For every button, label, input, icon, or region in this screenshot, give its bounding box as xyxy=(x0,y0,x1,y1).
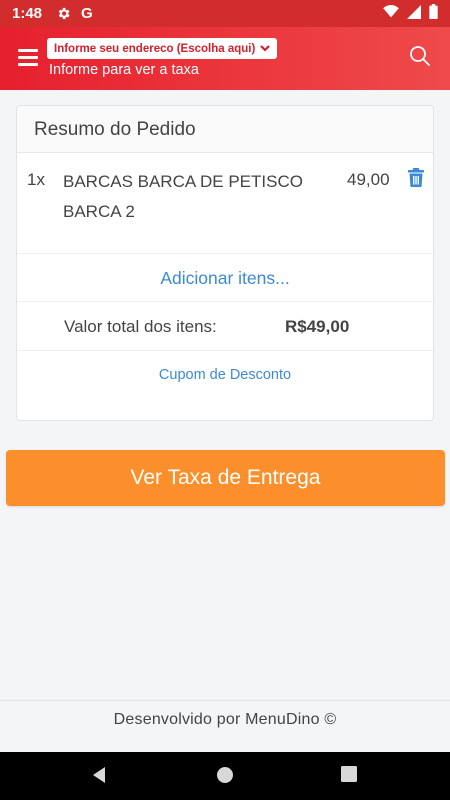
signal-icon xyxy=(407,4,421,23)
address-subtitle: Informe para ver a taxa xyxy=(49,62,199,78)
item-price: 49,00 xyxy=(347,170,390,189)
wifi-icon xyxy=(383,5,399,22)
recents-icon[interactable] xyxy=(341,766,357,787)
footer-credit: Desenvolvido por MenuDino © xyxy=(113,711,337,728)
total-label: Valor total dos itens: xyxy=(64,317,217,336)
coupon-link[interactable]: Cupom de Desconto xyxy=(17,351,433,383)
total-row: Valor total dos itens: R$49,00 xyxy=(17,302,433,351)
chevron-down-icon xyxy=(260,45,271,52)
footer-divider xyxy=(0,700,450,701)
item-quantity: 1x xyxy=(27,170,45,189)
search-icon[interactable] xyxy=(408,44,432,68)
status-right-icons xyxy=(383,4,438,23)
order-summary-card: Resumo do Pedido 1x BARCAS BARCA DE PETI… xyxy=(16,105,434,421)
status-time: 1:48 xyxy=(12,5,43,22)
see-delivery-fee-button[interactable]: Ver Taxa de Entrega xyxy=(6,450,445,506)
item-name: BARCAS BARCA DE PETISCO BARCA 2 xyxy=(63,172,303,221)
back-icon[interactable] xyxy=(90,766,108,789)
address-selector-button[interactable]: Informe seu endereco (Escolha aqui) xyxy=(47,38,278,59)
add-items-link[interactable]: Adicionar itens... xyxy=(17,254,433,302)
hamburger-menu-icon[interactable] xyxy=(18,49,38,67)
status-bar: 1:48 G xyxy=(0,0,450,27)
system-nav-bar xyxy=(0,752,450,800)
google-g-icon: G xyxy=(81,5,93,22)
trash-icon[interactable] xyxy=(407,168,425,188)
home-icon[interactable] xyxy=(216,766,234,789)
app-header: Informe seu endereco (Escolha aqui) Info… xyxy=(0,27,450,90)
order-summary-title: Resumo do Pedido xyxy=(17,106,433,153)
settings-gear-icon xyxy=(56,6,71,21)
order-item: 1x BARCAS BARCA DE PETISCO BARCA 2 49,00 xyxy=(17,153,433,254)
address-selector-label: Informe seu endereco (Escolha aqui) xyxy=(54,42,256,55)
battery-icon xyxy=(429,4,438,23)
total-value: R$49,00 xyxy=(285,317,350,336)
google-g-letter: G xyxy=(81,5,93,22)
